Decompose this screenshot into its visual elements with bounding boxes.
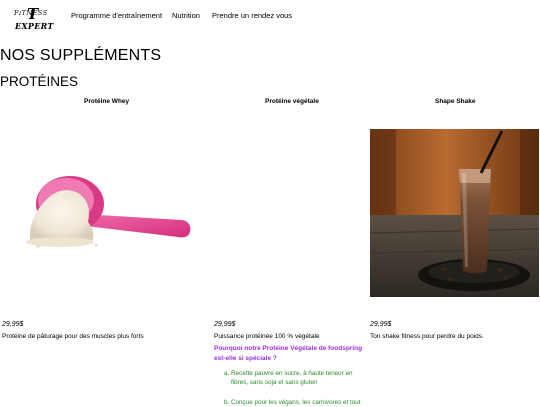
whey-protein-image[interactable] xyxy=(22,170,194,250)
reason-text: Recette pauvre en sucre, à haute teneur … xyxy=(231,370,353,386)
product-description-vegetable: Puissance protéinée 100 % végétale xyxy=(214,333,320,340)
product-price-shape-shake: 29,99$ xyxy=(370,321,392,328)
top-navigation: FɪTNESS T EXPERT Programme d'entraînemen… xyxy=(0,0,540,36)
product-price-whey: 29,99$ xyxy=(2,321,24,328)
product-name-whey: Protéine Whey xyxy=(84,98,130,105)
nav-link-training-program[interactable]: Programme d'entraînement xyxy=(71,11,162,20)
section-title: PROTÉINES xyxy=(0,74,79,89)
shape-shake-image[interactable] xyxy=(370,129,539,297)
fitness-expert-logo[interactable]: FɪTNESS T EXPERT xyxy=(14,5,54,33)
product-name-vegetable: Protéine végétale xyxy=(265,98,319,105)
reason-marker: b. xyxy=(224,399,230,406)
nav-link-appointment[interactable]: Prendre un rendez vous xyxy=(212,11,292,20)
vegetable-protein-question: Pourquoi notre Protéine Végétale de food… xyxy=(214,345,363,362)
reason-text: Conçue pour les végans, les carnivores e… xyxy=(231,399,361,406)
product-name-shape-shake: Shape Shake xyxy=(435,98,476,105)
product-description-shape-shake: Ton shake fitness pour perdre du poids. xyxy=(370,333,484,340)
nav-link-nutrition[interactable]: Nutrition xyxy=(172,11,200,20)
logo-bottom-text: EXPERT xyxy=(15,21,54,31)
product-price-vegetable: 29,99$ xyxy=(214,321,236,328)
product-description-whey: Protéine de pâturage pour des muscles pl… xyxy=(2,333,144,340)
reason-marker: a. xyxy=(224,370,230,377)
page-title: NOS SUPPLÉMENTS xyxy=(0,47,162,64)
